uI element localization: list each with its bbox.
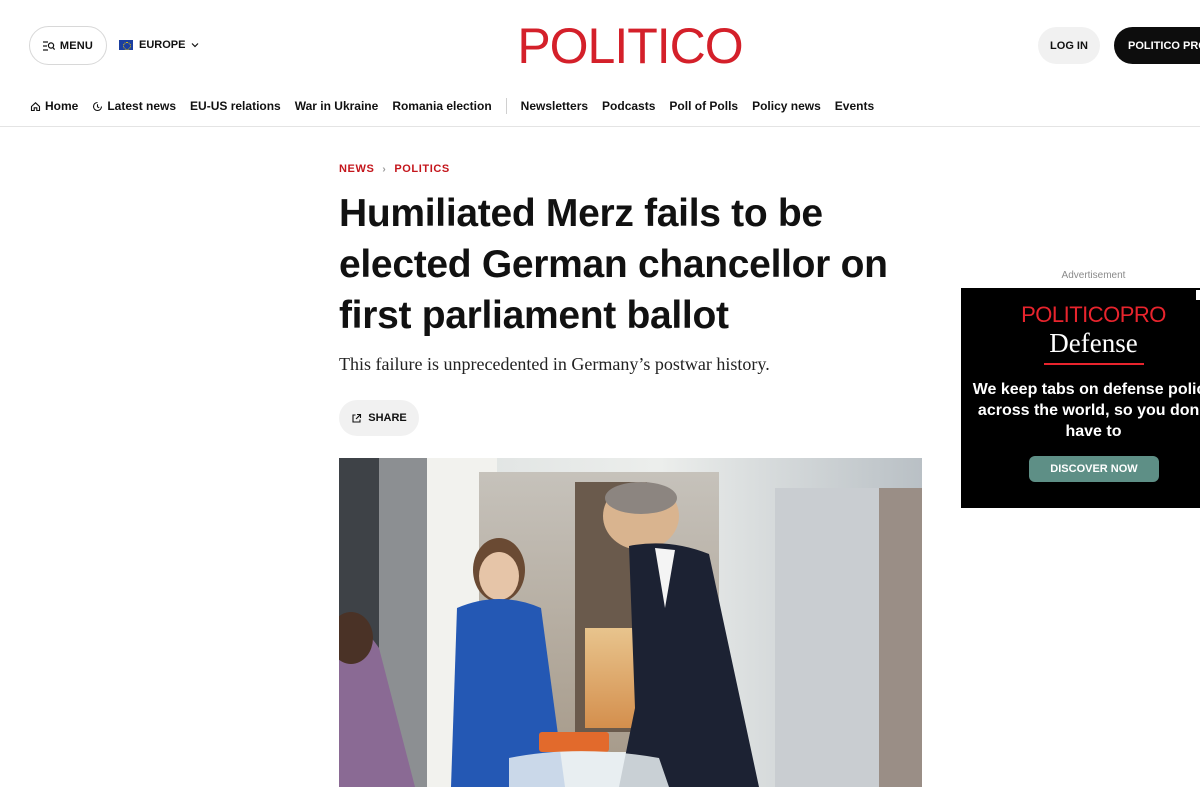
politico-pro-button[interactable]: POLITICO PRO — [1114, 27, 1200, 64]
ad-brand-pro: PRO — [1119, 302, 1167, 327]
nav-item-war-in-ukraine[interactable]: War in Ukraine — [295, 99, 379, 113]
nav-item-label: EU-US relations — [190, 99, 281, 113]
discover-now-button[interactable]: DISCOVER NOW — [1029, 456, 1159, 482]
nav-item-label: War in Ukraine — [294, 99, 379, 113]
politico-pro-defense-ad[interactable]: POLITICOPRO Defense We keep tabs on defe… — [961, 288, 1200, 508]
ad-brand-politico: POLITICO — [1021, 302, 1120, 327]
menu-button[interactable]: MENU — [29, 26, 107, 65]
ad-copy: We keep tabs on defense policy across th… — [972, 381, 1200, 440]
breadcrumb-politics[interactable]: POLITICS — [394, 163, 450, 175]
home-icon — [30, 101, 41, 111]
clock-icon — [93, 101, 103, 111]
nav-item-policy-news[interactable]: Policy news — [752, 99, 821, 113]
ad-product-underline — [1044, 363, 1144, 365]
nav-item-label: Podcasts — [602, 99, 656, 113]
politico-logo[interactable]: POLITICO — [512, 20, 748, 72]
nav-item-podcasts[interactable]: Podcasts — [602, 99, 655, 113]
breadcrumb-chevron-icon: › — [382, 163, 387, 175]
voting-booth-photo — [339, 458, 922, 787]
chevron-down-icon — [192, 43, 199, 48]
share-button[interactable]: SHARE — [339, 400, 419, 436]
nav-item-label: Latest news — [107, 99, 177, 113]
nav-item-latest-news[interactable]: Latest news — [92, 99, 176, 113]
nav-item-home[interactable]: Home — [30, 99, 78, 113]
nav-divider — [505, 98, 507, 114]
ad-product-name: Defense — [1049, 328, 1138, 358]
article-dek: This failure is unprecedented in Germany… — [339, 354, 770, 374]
share-icon — [352, 413, 362, 423]
nav-item-eu-us-relations[interactable]: EU-US relations — [190, 99, 281, 113]
article-headline: Humiliated Merz fails to be elected Germ… — [339, 192, 888, 337]
nav-item-label: Home — [45, 99, 79, 113]
edition-selector[interactable]: EUROPE — [119, 37, 199, 53]
nav-item-label: Events — [834, 99, 875, 113]
nav-divider-line — [0, 126, 1200, 127]
eu-flag-icon — [119, 40, 133, 50]
ad-brand-logo: POLITICOPRO — [961, 302, 1200, 328]
nav-item-label: Policy news — [752, 99, 821, 113]
edition-label: EUROPE — [139, 39, 186, 51]
nav-item-events[interactable]: Events — [835, 99, 874, 113]
nav-item-romania-election[interactable]: Romania election — [392, 99, 491, 113]
ad-corner-marker — [1196, 290, 1200, 300]
nav-item-poll-of-polls[interactable]: Poll of Polls — [669, 99, 738, 113]
menu-search-icon — [42, 40, 55, 51]
breadcrumb-news[interactable]: NEWS — [339, 163, 374, 175]
primary-nav: Home Latest news EU-US relations War in … — [30, 97, 888, 115]
nav-item-label: Romania election — [392, 99, 492, 113]
site-header: MENU EUROPE POLITICO LOG IN POLITICO PRO — [0, 0, 1200, 90]
nav-item-label: Poll of Polls — [669, 99, 739, 113]
share-label: SHARE — [368, 412, 407, 424]
breadcrumb: NEWS › POLITICS — [339, 163, 450, 175]
advertisement-label: Advertisement — [1061, 270, 1126, 281]
login-button[interactable]: LOG IN — [1038, 27, 1100, 64]
nav-item-label: Newsletters — [520, 99, 589, 113]
menu-label: MENU — [59, 39, 94, 52]
nav-item-newsletters[interactable]: Newsletters — [521, 99, 588, 113]
article-lead-photo — [339, 458, 922, 787]
